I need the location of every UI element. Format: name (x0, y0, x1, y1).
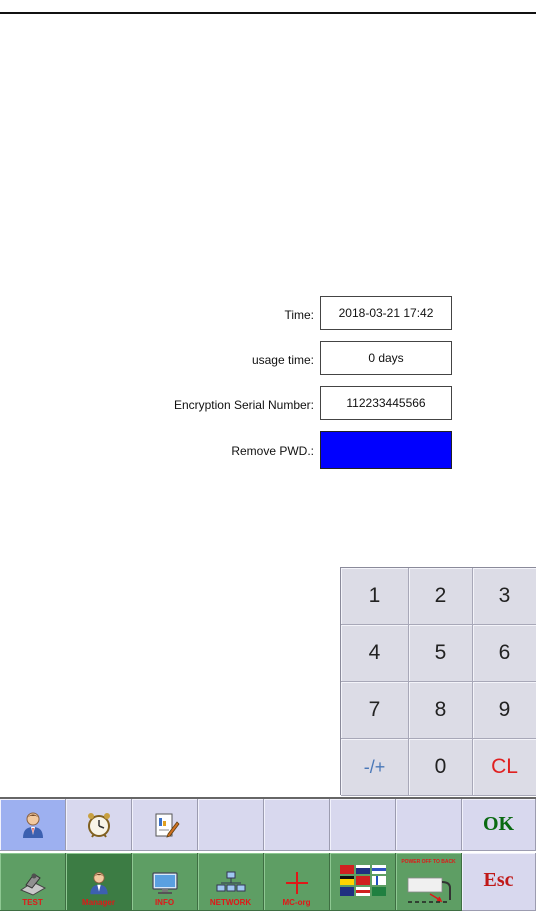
key-sign-toggle[interactable]: -/+ (341, 739, 409, 796)
power-off-back-button[interactable]: POWER OFF TO BACK (396, 853, 462, 911)
key-1[interactable]: 1 (341, 568, 409, 625)
key-4[interactable]: 4 (341, 625, 409, 682)
user-icon (22, 812, 43, 838)
key-5[interactable]: 5 (409, 625, 473, 682)
ok-button[interactable]: OK (462, 799, 536, 851)
tab-manager[interactable]: Manager (66, 853, 132, 911)
crosshair-origin-icon (285, 872, 308, 894)
key-7[interactable]: 7 (341, 682, 409, 739)
manager-icon (89, 872, 108, 895)
key-9[interactable]: 9 (473, 682, 536, 739)
document-edit-icon (155, 813, 180, 838)
toolbar-slot-5 (264, 799, 330, 851)
numeric-keypad: 1 2 3 4 5 6 7 8 9 -/+ 0 CL (340, 567, 536, 796)
remove-pwd-label: Remove PWD.: (231, 444, 314, 458)
language-button[interactable] (330, 853, 396, 911)
machine-test-icon (19, 873, 46, 896)
key-2[interactable]: 2 (409, 568, 473, 625)
tab-network[interactable]: NETWORK (198, 853, 264, 911)
serial-number-field[interactable]: 112233445566 (320, 386, 452, 420)
key-3[interactable]: 3 (473, 568, 536, 625)
key-0[interactable]: 0 (409, 739, 473, 796)
esc-button[interactable]: Esc (462, 853, 536, 911)
clock-settings-button[interactable] (66, 799, 132, 851)
serial-number-label: Encryption Serial Number: (173, 398, 314, 412)
tab-info[interactable]: INFO (132, 853, 198, 911)
tab-info-label: INFO (154, 898, 175, 907)
tab-mc-org[interactable]: MC-org (264, 853, 330, 911)
power-off-back-icon (407, 877, 451, 903)
log-settings-button[interactable] (132, 799, 198, 851)
top-divider (0, 12, 536, 14)
function-toolbar: OK (0, 799, 536, 851)
tab-test[interactable]: TEST (0, 853, 66, 911)
remove-pwd-button[interactable] (320, 431, 452, 469)
toolbar-slot-7 (396, 799, 462, 851)
network-icon (216, 871, 245, 892)
key-6[interactable]: 6 (473, 625, 536, 682)
flags-icon (339, 864, 386, 896)
key-8[interactable]: 8 (409, 682, 473, 739)
time-field[interactable]: 2018-03-21 17:42 (320, 296, 452, 330)
toolbar-slot-6 (330, 799, 396, 851)
user-settings-button[interactable] (0, 799, 66, 851)
ok-label: OK (482, 813, 515, 835)
esc-label: Esc (483, 869, 514, 891)
key-clear[interactable]: CL (473, 739, 536, 796)
usage-time-label: usage time: (251, 353, 314, 367)
power-off-text: POWER OFF TO BACK (401, 859, 456, 865)
tab-manager-label: Manager (82, 898, 115, 907)
usage-time-field[interactable]: 0 days (320, 341, 452, 375)
toolbar-slot-4 (198, 799, 264, 851)
tab-mc-org-label: MC-org (282, 898, 311, 907)
monitor-icon (151, 872, 178, 894)
time-label: Time: (284, 308, 314, 322)
alarm-clock-icon (87, 812, 110, 838)
tab-network-label: NETWORK (209, 898, 252, 907)
main-navigation: TEST Manager INFO NETWORK MC-org POWER O… (0, 853, 536, 911)
tab-test-label: TEST (22, 898, 43, 907)
